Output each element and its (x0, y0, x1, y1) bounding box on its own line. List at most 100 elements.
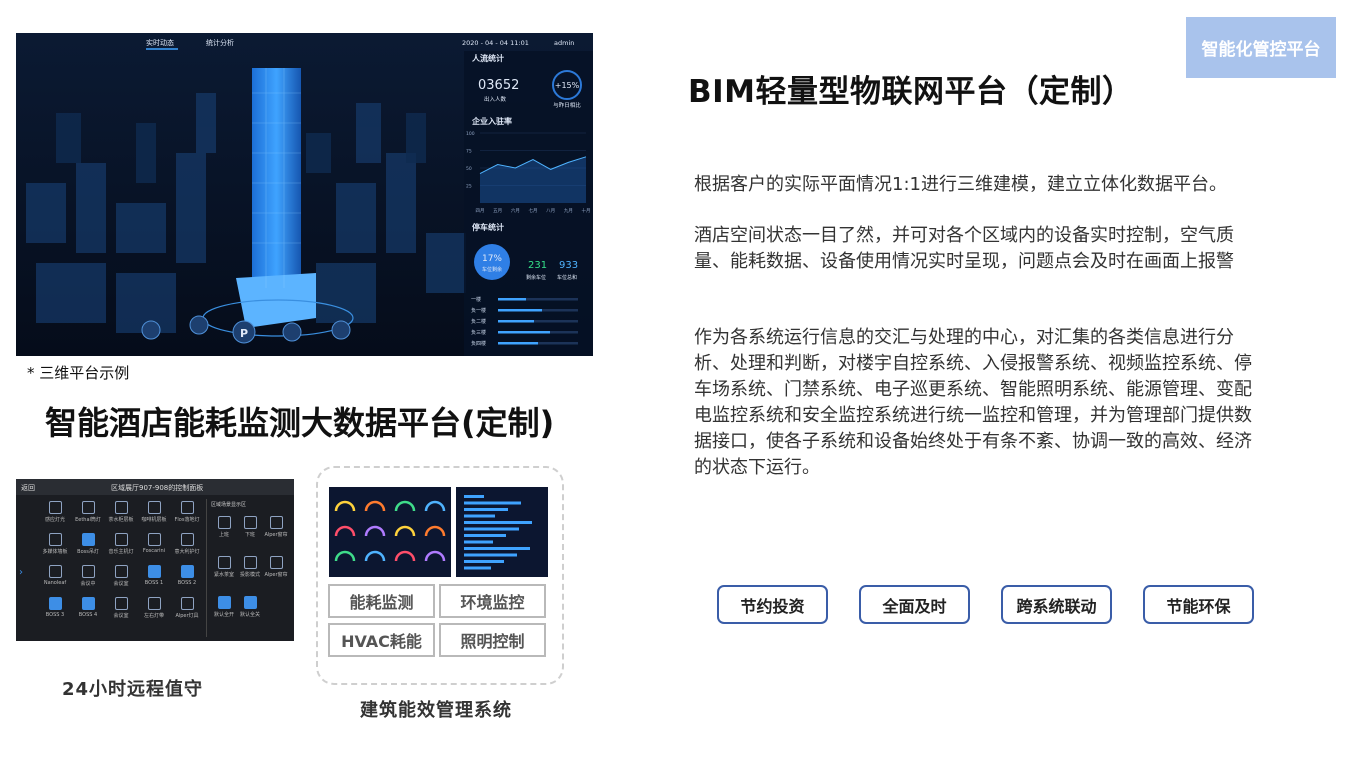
occupancy-x-tick: 四月 (476, 208, 485, 214)
gauge-icon (424, 550, 446, 562)
floor-label: 负一楼 (471, 307, 486, 314)
occupancy-x-tick: 六月 (511, 207, 520, 214)
device-icon (114, 533, 128, 546)
scene-icon (217, 596, 231, 609)
device-toggle[interactable]: BOSS 4 (71, 597, 105, 623)
device-icon (81, 533, 95, 546)
scene-button[interactable]: 投影模式 (237, 556, 263, 582)
paragraph-intro: 根据客户的实际平面情况1:1进行三维建模，建立立体化数据平台。 (694, 174, 1227, 195)
device-toggle[interactable]: 会议室 (104, 597, 138, 623)
scene-button[interactable]: 默认全关 (237, 596, 263, 622)
device-label: 茶水柜层板 (108, 517, 134, 523)
chevron-right-icon: › (19, 567, 23, 578)
device-label: BOSS 2 (177, 580, 197, 586)
device-icon (180, 597, 194, 610)
device-toggle[interactable]: 左右灯带 (137, 597, 171, 623)
scene-side-panel: 区域场景显示区 上班 下班 Alper窗帘 紧水茶室 投影模式 Alper窗帘 默认全开 默认… (206, 499, 289, 637)
scene-button[interactable]: 上班 (211, 516, 237, 542)
gauge-icon (394, 525, 416, 537)
device-toggle[interactable]: 茶水柜层板 (104, 501, 138, 527)
device-icon (180, 501, 194, 514)
lighting-control-button[interactable]: 照明控制 (439, 623, 546, 657)
device-toggle[interactable]: 会议中 (71, 565, 105, 591)
bar-mark (464, 566, 491, 570)
scene-button[interactable]: Alper窗帘 (263, 556, 289, 582)
energy-monitor-button[interactable]: 能耗监测 (328, 584, 435, 618)
scene-button[interactable]: 紧水茶室 (211, 556, 237, 582)
floor-fill (498, 342, 538, 345)
floor-fill (498, 298, 526, 301)
scene-icon (217, 556, 231, 569)
device-toggle[interactable]: 咖啡机层板 (137, 501, 171, 527)
device-toggle[interactable]: Eethal筒灯 (71, 501, 105, 527)
back-label: 返回 (21, 484, 35, 492)
occupancy-y-tick: 25 (466, 184, 472, 190)
device-toggle[interactable]: Foscarini (137, 533, 171, 559)
side-title: 区域场景显示区 (211, 502, 247, 508)
device-icon (48, 565, 62, 578)
scene-button[interactable]: 默认全开 (211, 596, 237, 622)
floor-label: 负三楼 (471, 329, 486, 336)
device-toggle[interactable]: 会议室 (104, 565, 138, 591)
device-toggle[interactable]: Boss吊灯 (71, 533, 105, 559)
device-icon (180, 533, 194, 546)
dashboard-user: admin (554, 39, 574, 47)
gauge-icon (424, 500, 446, 512)
bar-mark (464, 514, 495, 518)
device-toggle[interactable]: BOSS 3 (38, 597, 72, 623)
device-label: Flos落地灯 (174, 517, 200, 523)
gauges-dashboard (329, 487, 451, 577)
device-toggle[interactable]: BOSS 2 (170, 565, 204, 591)
device-icon (114, 501, 128, 514)
device-label: 感应灯光 (44, 517, 65, 523)
device-icon (81, 597, 95, 610)
device-label: Nanoleaf (43, 580, 67, 586)
device-toggle[interactable]: 意大利护灯 (170, 533, 204, 559)
device-icon (81, 565, 95, 578)
bars-dashboard (456, 487, 548, 577)
caption-3d-example: * 三维平台示例 (27, 364, 130, 382)
panel-title: 区域展厅907-908的控制面板 (111, 484, 204, 492)
device-toggle[interactable]: 多媒体墙板 (38, 533, 72, 559)
occupancy-x-tick: 九月 (564, 207, 573, 214)
gauge-icon (334, 550, 356, 562)
scene-icon (243, 556, 257, 569)
scene-icon (269, 556, 283, 569)
occupancy-x-tick: 十月 (582, 207, 591, 214)
device-toggle[interactable]: Alper灯具 (170, 597, 204, 623)
device-toggle[interactable]: 音乐主机灯 (104, 533, 138, 559)
device-label: 左右灯带 (143, 613, 164, 619)
environment-monitor-button[interactable]: 环境监控 (439, 584, 546, 618)
device-label: 音乐主机灯 (108, 549, 134, 555)
occupancy-y-tick: 100 (466, 131, 475, 137)
gauge-icon (334, 500, 356, 512)
scene-label: Alper窗帘 (264, 532, 288, 538)
scene-button[interactable]: 下班 (237, 516, 263, 542)
bar-mark (464, 534, 506, 537)
bar-mark (464, 495, 484, 498)
floor-fill (498, 309, 542, 312)
device-toggle[interactable]: Nanoleaf (38, 565, 72, 591)
dashboard-datetime: 2020 - 04 - 04 11:01 (462, 39, 529, 47)
gauge-icon (394, 500, 416, 512)
hvac-energy-button[interactable]: HVAC耗能 (328, 623, 435, 657)
feature-save-investment: 节约投资 (717, 585, 828, 624)
floor-label: 负四楼 (471, 340, 486, 347)
change-label: 与昨日相比 (553, 101, 581, 109)
feature-comprehensive: 全面及时 (859, 585, 970, 624)
parking-pct: 17% (482, 254, 502, 264)
device-label: BOSS 1 (144, 580, 164, 586)
scene-button[interactable]: Alper窗帘 (263, 516, 289, 542)
scene-icon (243, 596, 257, 609)
device-label: Boss吊灯 (77, 549, 99, 555)
section-parking: 停车统计 (472, 222, 504, 232)
device-toggle[interactable]: BOSS 1 (137, 565, 171, 591)
device-toggle[interactable]: Flos落地灯 (170, 501, 204, 527)
floor-fill (498, 331, 550, 334)
device-label: 咖啡机层板 (141, 517, 167, 523)
device-toggle[interactable]: 感应灯光 (38, 501, 72, 527)
device-icon (114, 565, 128, 578)
scene-label: 默认全开 (213, 612, 234, 618)
device-icon (48, 501, 62, 514)
bar-mark (464, 527, 519, 531)
